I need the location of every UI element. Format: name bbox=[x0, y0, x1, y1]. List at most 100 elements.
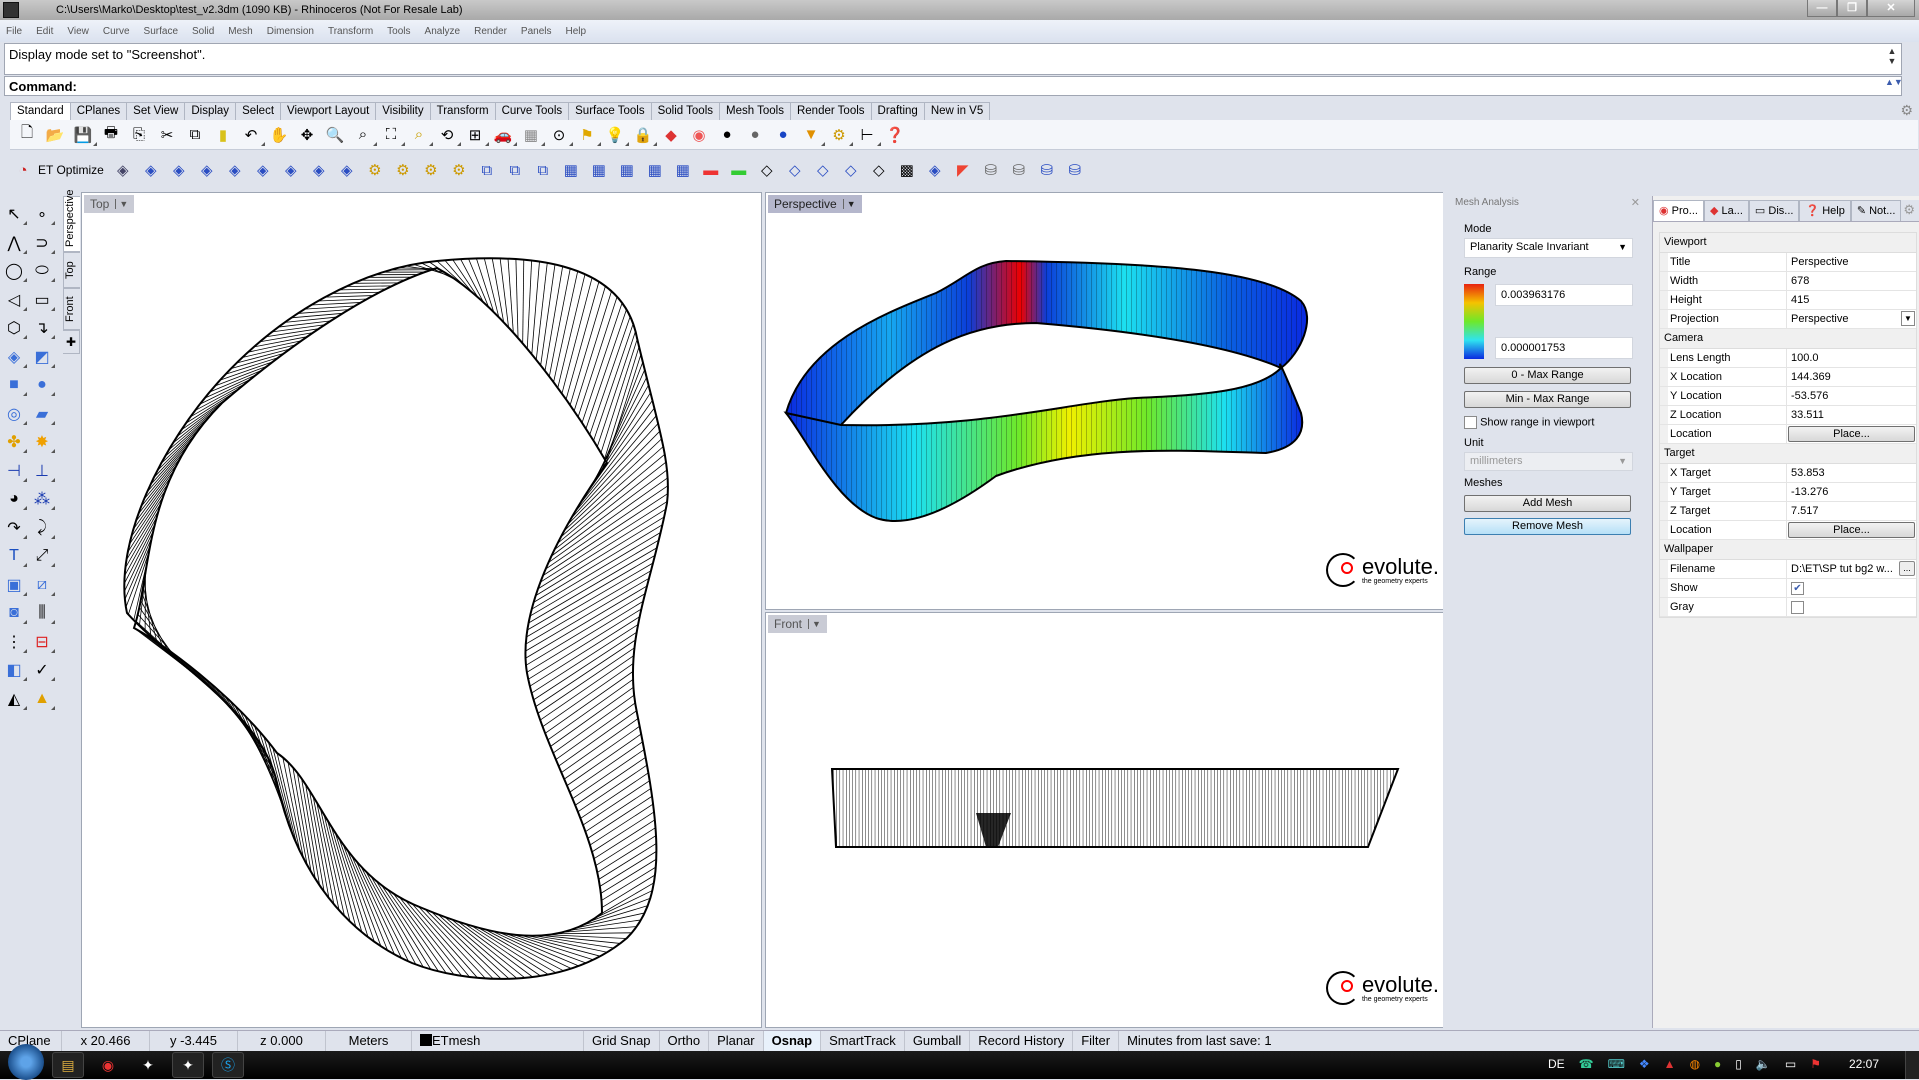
surface-points-icon[interactable]: ◈ bbox=[4, 346, 24, 368]
viewport-perspective[interactable]: Perspective ▼ evolute. bbox=[765, 192, 1444, 610]
et-grid-icon[interactable]: ▦ bbox=[560, 159, 582, 181]
menu-help[interactable]: Help bbox=[566, 26, 587, 37]
orient-icon[interactable]: ⧄ bbox=[32, 574, 52, 596]
undo-view-icon[interactable]: ⟲ bbox=[436, 124, 458, 146]
et-grid-icon[interactable]: ▦ bbox=[644, 159, 666, 181]
dimension-icon[interactable]: ⫼ bbox=[32, 602, 52, 624]
filename-field[interactable]: D:\ET\SP tut bg2 w...... bbox=[1787, 560, 1916, 578]
y-location-field[interactable]: -53.576 bbox=[1787, 387, 1916, 405]
gray-wallpaper-checkbox[interactable] bbox=[1791, 601, 1804, 614]
color-wheel-icon[interactable]: ◉ bbox=[688, 124, 710, 146]
green-app-tray-icon[interactable]: ● bbox=[1714, 1057, 1721, 1071]
rhino-app-icon[interactable] bbox=[3, 2, 19, 18]
mirror-icon[interactable]: ◧ bbox=[4, 659, 24, 681]
toolbar-options-gear-icon[interactable]: ⚙ bbox=[1900, 102, 1913, 119]
undo-icon[interactable]: ↶ bbox=[240, 124, 262, 146]
toggle-grid-snap[interactable]: Grid Snap bbox=[584, 1031, 660, 1051]
text-icon[interactable]: T bbox=[4, 545, 24, 567]
rendered-sphere-icon[interactable]: ● bbox=[772, 124, 794, 146]
toggle-ortho[interactable]: Ortho bbox=[660, 1031, 710, 1051]
toggle-filter[interactable]: Filter bbox=[1073, 1031, 1119, 1051]
copy-icon[interactable]: ⧉ bbox=[184, 124, 206, 146]
add-mesh-button[interactable]: Add Mesh bbox=[1464, 495, 1631, 512]
camera-place-button[interactable]: Place... bbox=[1788, 426, 1915, 442]
toggle-record-history[interactable]: Record History bbox=[970, 1031, 1073, 1051]
toggle-gumball[interactable]: Gumball bbox=[905, 1031, 970, 1051]
tab-curve-tools[interactable]: Curve Tools bbox=[495, 102, 570, 120]
trim-icon[interactable]: ⊣ bbox=[4, 460, 24, 482]
et-gear-icon[interactable]: ⚙ bbox=[364, 159, 386, 181]
show-wallpaper-checkbox[interactable]: ✔ bbox=[1791, 582, 1804, 595]
menu-curve[interactable]: Curve bbox=[103, 26, 130, 37]
select-icon[interactable]: ↖ bbox=[4, 203, 24, 225]
et-gear-check-icon[interactable]: ⚙ bbox=[392, 159, 414, 181]
rhinoceros-taskbar-icon[interactable]: ✦ bbox=[172, 1052, 204, 1078]
polygon-icon[interactable]: ⬡ bbox=[4, 317, 24, 339]
viewport-tab-perspective[interactable]: Perspective bbox=[63, 196, 80, 252]
width-field[interactable]: 678 bbox=[1787, 272, 1916, 290]
x-target-field[interactable]: 53.853 bbox=[1787, 464, 1916, 482]
zoom-extents-icon[interactable]: ⛶ bbox=[380, 124, 402, 146]
command-line[interactable]: Command: ▲▼ bbox=[4, 76, 1902, 96]
analyze-icon[interactable]: ⊟ bbox=[32, 631, 52, 653]
explorer-taskbar-icon[interactable]: ▤ bbox=[52, 1052, 84, 1078]
zoom-icon[interactable]: 🔍 bbox=[324, 124, 346, 146]
acrobat-tray-icon[interactable]: ▲ bbox=[1664, 1057, 1676, 1071]
menu-view[interactable]: View bbox=[67, 26, 89, 37]
menu-tools[interactable]: Tools bbox=[387, 26, 410, 37]
tab-set-view[interactable]: Set View bbox=[126, 102, 185, 120]
clock[interactable]: 22:07 bbox=[1849, 1057, 1879, 1071]
boolean-icon[interactable]: ◕ bbox=[4, 488, 24, 510]
et-grid-icon[interactable]: ▦ bbox=[672, 159, 694, 181]
tab-mesh-tools[interactable]: Mesh Tools bbox=[719, 102, 791, 120]
zero-max-range-button[interactable]: 0 - Max Range bbox=[1464, 367, 1631, 384]
panel-options-gear-icon[interactable]: ⚙ bbox=[1901, 200, 1917, 221]
lock-icon[interactable]: 🔒 bbox=[632, 124, 654, 146]
start-button[interactable] bbox=[8, 1044, 44, 1080]
network-tray-icon[interactable]: ▭ bbox=[1785, 1057, 1796, 1071]
tab-surface-tools[interactable]: Surface Tools bbox=[568, 102, 651, 120]
projection-select[interactable]: Perspective▼ bbox=[1787, 310, 1916, 328]
tab-cplanes[interactable]: CPlanes bbox=[70, 102, 127, 120]
menu-dimension[interactable]: Dimension bbox=[267, 26, 314, 37]
curve-icon[interactable]: ⊃ bbox=[32, 232, 52, 254]
viewport-layout-icon[interactable]: ⊞ bbox=[464, 124, 486, 146]
split-icon[interactable]: ⊥ bbox=[32, 460, 52, 482]
polyline-icon[interactable]: ⋀ bbox=[4, 232, 24, 254]
min-max-range-button[interactable]: Min - Max Range bbox=[1464, 391, 1631, 408]
viewport-tab-top[interactable]: Top bbox=[63, 252, 80, 288]
snap-icon[interactable]: ⚑ bbox=[576, 124, 598, 146]
tab-properties[interactable]: ◉ Pro... bbox=[1653, 200, 1704, 221]
skype-taskbar-icon[interactable]: Ⓢ bbox=[212, 1052, 244, 1078]
join-icon[interactable]: ✤ bbox=[4, 431, 24, 453]
et-mesh-tool-icon[interactable]: ◈ bbox=[308, 159, 330, 181]
et-gear-key-icon[interactable]: ⚙ bbox=[448, 159, 470, 181]
phone-tray-icon[interactable]: ☎ bbox=[1579, 1057, 1594, 1071]
sphere-union-icon[interactable]: ● bbox=[32, 374, 52, 396]
action-center-flag-icon[interactable]: ⚑ bbox=[1810, 1057, 1821, 1071]
tab-visibility[interactable]: Visibility bbox=[375, 102, 430, 120]
layer-indicator[interactable]: ETmesh bbox=[412, 1031, 584, 1051]
cylinder-icon[interactable]: ◎ bbox=[4, 403, 24, 425]
rotate-view-icon[interactable]: ✥ bbox=[296, 124, 318, 146]
cplane-icon[interactable]: ⊙ bbox=[548, 124, 570, 146]
command-scrollbar[interactable]: ▲▼ bbox=[1885, 77, 1899, 87]
array-icon[interactable]: ▣ bbox=[4, 574, 24, 596]
tab-viewport-layout[interactable]: Viewport Layout bbox=[280, 102, 376, 120]
menu-panels[interactable]: Panels bbox=[521, 26, 552, 37]
range-max-input[interactable]: 0.003963176 bbox=[1495, 284, 1633, 306]
light-pyramid-icon[interactable]: ▲ bbox=[32, 688, 52, 710]
keyboard-tray-icon[interactable]: ⌨ bbox=[1608, 1057, 1625, 1071]
add-viewport-tab-icon[interactable]: ✚ bbox=[63, 330, 80, 354]
tab-transform[interactable]: Transform bbox=[430, 102, 496, 120]
title-field[interactable]: Perspective bbox=[1787, 253, 1916, 271]
box-icon[interactable]: ■ bbox=[4, 374, 24, 396]
language-indicator[interactable]: DE bbox=[1548, 1057, 1565, 1071]
layer-icon[interactable]: ◆ bbox=[660, 124, 682, 146]
dropbox-tray-icon[interactable]: ❖ bbox=[1639, 1057, 1650, 1071]
et-mesh-tool-icon[interactable]: ◈ bbox=[168, 159, 190, 181]
et-mesh-blue-icon[interactable]: ◈ bbox=[924, 159, 946, 181]
et-select-icon[interactable]: ◇ bbox=[812, 159, 834, 181]
material-icon[interactable]: ▼ bbox=[800, 124, 822, 146]
et-paint-icon[interactable]: ◤ bbox=[952, 159, 974, 181]
